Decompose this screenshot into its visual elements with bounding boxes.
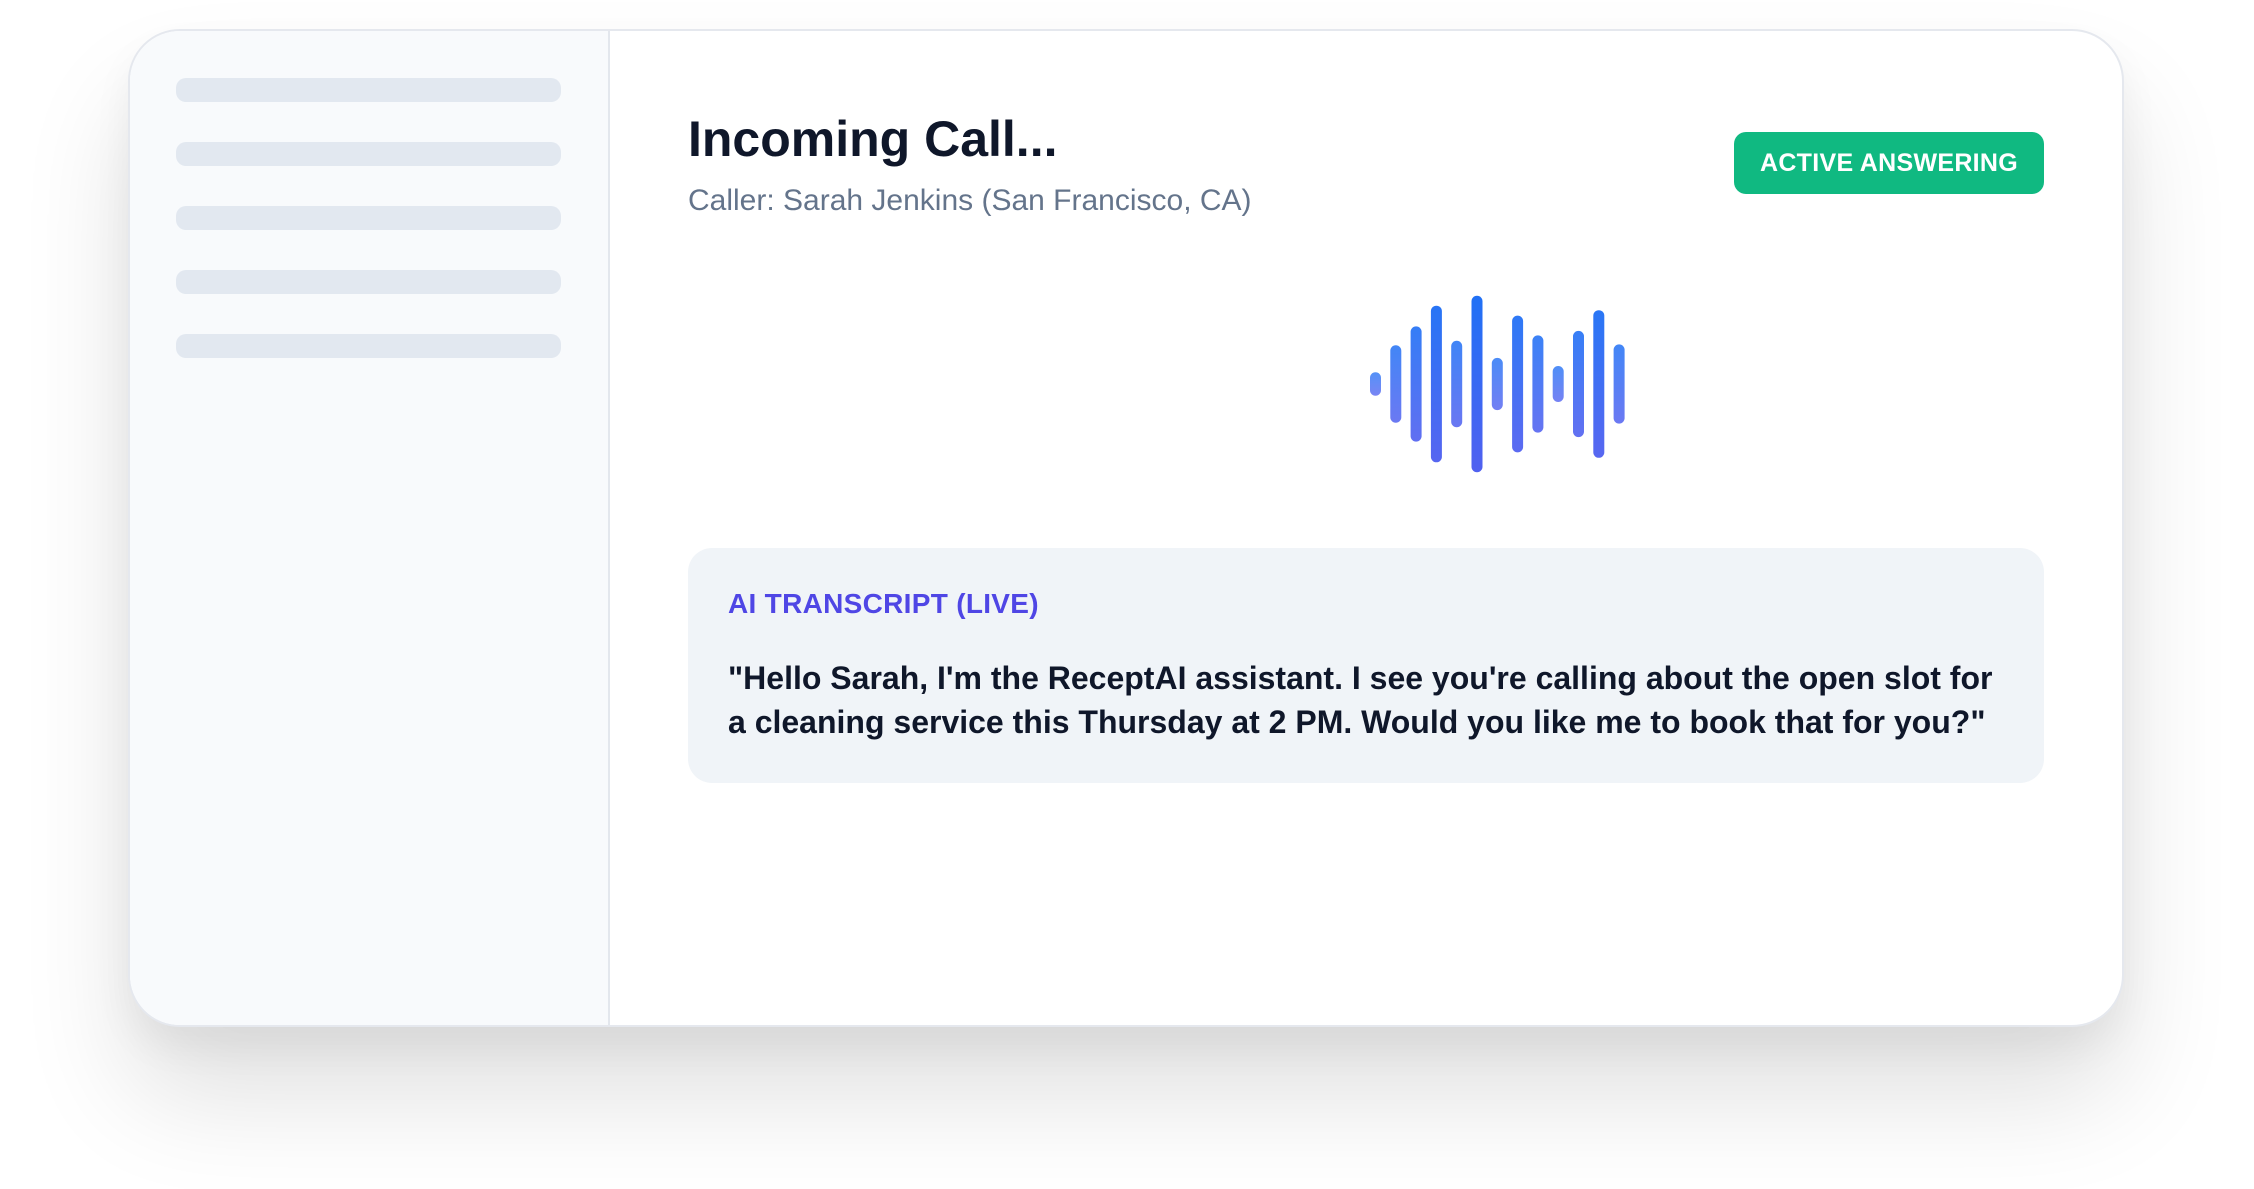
waveform-bar bbox=[1613, 344, 1625, 424]
waveform-bar bbox=[1390, 345, 1402, 423]
sidebar-placeholder-item bbox=[176, 206, 561, 230]
caller-info: Caller: Sarah Jenkins (San Francisco, CA… bbox=[688, 184, 1252, 217]
audio-waveform-icon bbox=[1370, 295, 1625, 473]
waveform-bar bbox=[1512, 315, 1524, 453]
waveform-bar bbox=[1471, 295, 1483, 473]
sidebar bbox=[130, 31, 610, 1025]
transcript-panel: AI TRANSCRIPT (LIVE) "Hello Sarah, I'm t… bbox=[688, 548, 2044, 783]
sidebar-placeholder-item bbox=[176, 270, 561, 294]
transcript-label: AI TRANSCRIPT (LIVE) bbox=[728, 588, 1039, 619]
waveform-bar bbox=[1410, 326, 1422, 442]
waveform-bar bbox=[1552, 366, 1564, 402]
waveform-bar bbox=[1532, 335, 1544, 433]
waveform-bar bbox=[1451, 340, 1463, 428]
sidebar-placeholder-item bbox=[176, 142, 561, 166]
app-window: Incoming Call... Caller: Sarah Jenkins (… bbox=[128, 29, 2124, 1027]
status-badge: ACTIVE ANSWERING bbox=[1734, 132, 2044, 194]
waveform-bar bbox=[1491, 357, 1503, 411]
transcript-text: "Hello Sarah, I'm the ReceptAI assistant… bbox=[728, 660, 1993, 740]
sidebar-placeholder-item bbox=[176, 334, 561, 358]
call-panel: Incoming Call... Caller: Sarah Jenkins (… bbox=[610, 31, 2122, 1025]
waveform-bar bbox=[1430, 305, 1442, 463]
waveform-bar bbox=[1370, 372, 1381, 396]
page-title: Incoming Call... bbox=[688, 111, 1058, 167]
waveform-bar bbox=[1573, 330, 1584, 438]
waveform-bar bbox=[1593, 310, 1605, 458]
sidebar-placeholder-item bbox=[176, 78, 561, 102]
